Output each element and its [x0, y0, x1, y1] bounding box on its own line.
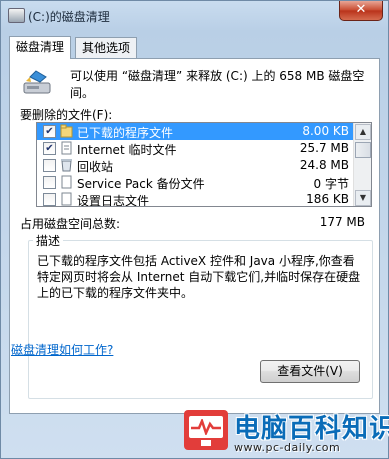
disk-cleanup-icon — [23, 70, 51, 94]
description-title: 描述 — [33, 232, 64, 249]
scroll-up-icon[interactable]: ▲ — [355, 124, 371, 140]
monitor-icon — [184, 410, 228, 450]
file-size: 186 KB — [306, 192, 349, 206]
watermark-logo: 电脑百科知识 www.pc-daily.com — [184, 405, 389, 458]
total-space-value: 177 MB — [319, 215, 365, 229]
checkbox[interactable] — [43, 176, 56, 189]
tab-panel: 可以使用 “磁盘清理” 来释放 (C:) 上的 658 MB 磁盘空间。 要删除… — [9, 58, 380, 414]
list-item[interactable]: ✔ 已下载的程序文件 8.00 KB — [37, 123, 355, 140]
checkbox[interactable] — [43, 193, 56, 206]
file-size: 24.8 MB — [299, 158, 349, 172]
folder-icon — [60, 124, 73, 138]
watermark-title: 电脑百科知识 — [234, 414, 389, 444]
scroll-down-icon[interactable]: ▼ — [355, 190, 371, 206]
title-bar[interactable]: (C:)的磁盘清理 ✕ — [1, 1, 388, 31]
help-link[interactable]: 磁盘清理如何工作? — [11, 341, 113, 358]
file-name: 已下载的程序文件 — [77, 126, 174, 140]
tab-disk-cleanup[interactable]: 磁盘清理 — [9, 36, 72, 59]
document-icon — [61, 192, 72, 206]
file-size: 25.7 MB — [299, 141, 349, 155]
description-text: 已下载的程序文件包括 ActiveX 控件和 Java 小程序,你查看特定网页时… — [37, 254, 361, 300]
tab-more-options[interactable]: 其他选项 — [75, 37, 138, 58]
description-group: 描述 已下载的程序文件包括 ActiveX 控件和 Java 小程序,你查看特定… — [28, 232, 373, 399]
scroll-thumb[interactable] — [355, 142, 371, 158]
list-item[interactable]: 回收站 24.8 MB — [37, 157, 355, 174]
checkbox[interactable]: ✔ — [43, 125, 56, 138]
file-size: 0 字节 — [313, 177, 349, 191]
files-listbox[interactable]: ✔ 已下载的程序文件 8.00 KB ✔ Internet 临时文件 25.7 … — [36, 122, 372, 207]
document-icon — [61, 141, 72, 155]
window-title: (C:)的磁盘清理 — [28, 10, 110, 24]
checkbox[interactable]: ✔ — [43, 142, 56, 155]
files-to-delete-label: 要删除的文件(F): — [20, 108, 113, 122]
vertical-scrollbar[interactable]: ▲ ▼ — [353, 123, 371, 206]
checkbox[interactable] — [43, 159, 56, 172]
file-name: 回收站 — [77, 160, 114, 174]
watermark-url: www.pc-daily.com — [234, 441, 341, 454]
file-size: 8.00 KB — [302, 124, 349, 138]
intro-text: 可以使用 “磁盘清理” 来释放 (C:) 上的 658 MB 磁盘空间。 — [70, 69, 365, 100]
file-name: 设置日志文件 — [77, 194, 150, 207]
disk-cleanup-window: (C:)的磁盘清理 ✕ 磁盘清理 其他选项 可以使用 “磁盘清理” 来释放 (C… — [0, 0, 389, 459]
file-name: Internet 临时文件 — [77, 143, 177, 157]
file-name: Service Pack 备份文件 — [77, 177, 205, 191]
list-item[interactable]: 设置日志文件 186 KB — [37, 191, 355, 207]
document-icon — [61, 175, 72, 189]
total-space-label: 占用磁盘空间总数: — [20, 217, 121, 231]
drive-icon — [8, 8, 25, 23]
recycle-bin-icon — [61, 159, 72, 172]
view-files-button[interactable]: 查看文件(V) — [260, 360, 360, 383]
list-item[interactable]: ✔ Internet 临时文件 25.7 MB — [37, 140, 355, 157]
list-item[interactable]: Service Pack 备份文件 0 字节 — [37, 174, 355, 191]
close-button[interactable]: ✕ — [339, 1, 383, 21]
